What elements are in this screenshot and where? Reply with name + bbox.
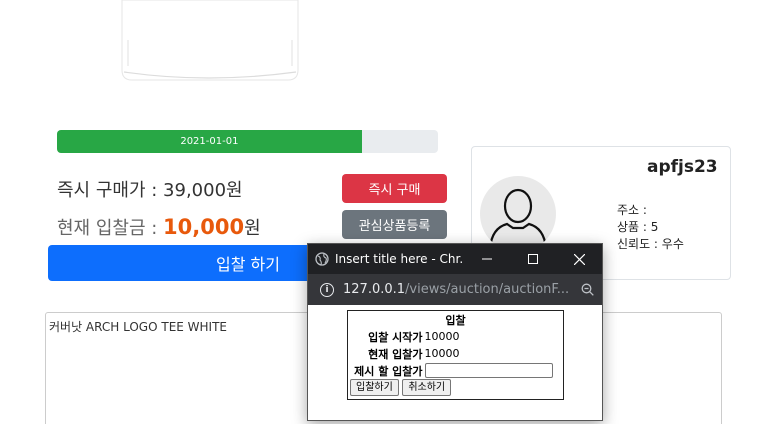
submit-bid-button[interactable]: 입찰하기 [350,379,399,396]
current-bid-amount: 10,000 [163,215,245,239]
popup-title: Insert title here - Chr... [335,252,464,266]
bid-form: 입찰 입찰 시작가 10000 현재 입찰가 10000 제시 할 입찰가 입찰… [347,310,564,400]
offer-price-input[interactable] [424,363,553,378]
maximize-icon [528,254,538,264]
buy-now-price: 즉시 구매가 : 39,000원 [57,180,243,201]
popup-address-bar[interactable]: i 127.0.0.1/views/auction/auctionF... [308,274,602,305]
product-image [121,0,299,81]
start-price-value: 10000 [424,330,460,343]
close-icon [573,253,585,265]
auction-progress-fill: 2021-01-01 [57,130,362,153]
seller-name: apfjs23 [647,157,718,177]
seller-info: 주소 : 상품 : 5 신뢰도 : 우수 [617,202,684,253]
maximize-button[interactable] [510,244,556,274]
buy-now-button[interactable]: 즉시 구매 [342,174,447,203]
info-icon[interactable]: i [320,282,334,297]
bid-popup-window: Insert title here - Chr... i 127.0.0.1/v… [307,243,603,421]
globe-icon [315,252,329,266]
close-button[interactable] [556,244,602,274]
bid-form-heading: 입찰 [445,313,466,327]
current-bid-price: 현재 입찰금 : 10,000원 [57,215,261,239]
seller-rating: 신뢰도 : 우수 [617,237,684,251]
seller-address: 주소 : [617,203,647,217]
user-avatar-icon [480,176,556,252]
cancel-bid-button[interactable]: 취소하기 [402,379,452,396]
offer-price-label: 제시 할 입찰가 [354,364,423,378]
add-wishlist-button[interactable]: 관심상품등록 [342,210,447,239]
auction-progress-bar: 2021-01-01 [57,130,438,153]
current-price-label: 현재 입찰가 [368,347,423,361]
minimize-button[interactable] [464,244,510,274]
seller-products: 상품 : 5 [617,220,659,234]
popup-titlebar[interactable]: Insert title here - Chr... [308,244,602,274]
popup-url[interactable]: 127.0.0.1/views/auction/auctionF... [343,282,572,297]
zoom-icon[interactable] [572,283,602,296]
start-price-label: 입찰 시작가 [368,330,423,344]
current-price-value: 10000 [424,347,460,360]
auction-end-date: 2021-01-01 [180,136,239,147]
minimize-icon [482,258,492,260]
